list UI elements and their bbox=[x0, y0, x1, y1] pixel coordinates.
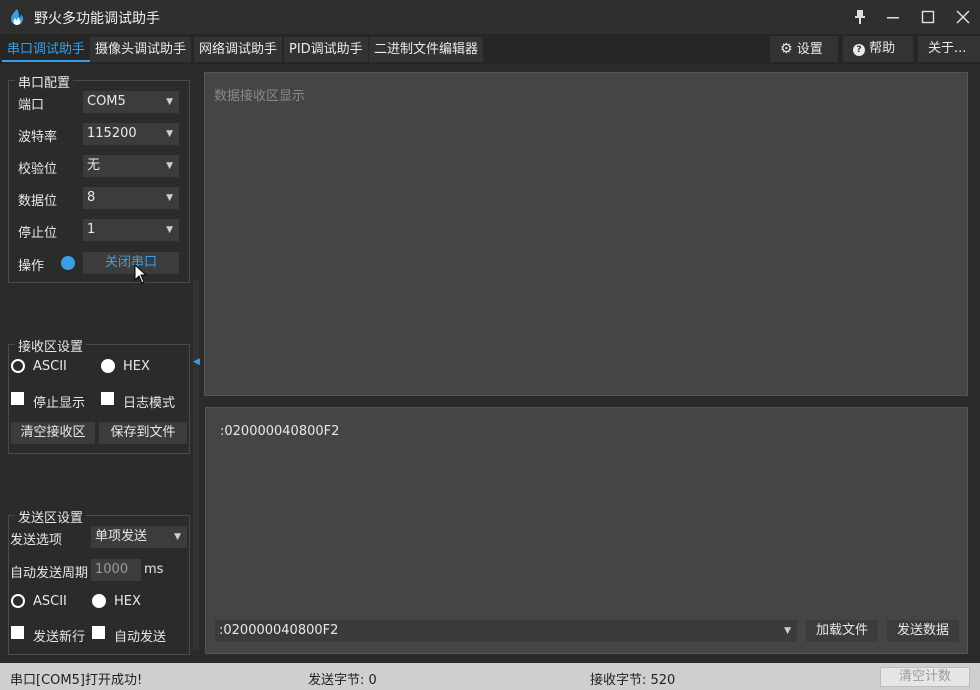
save-file-button[interactable]: 保存到文件 bbox=[99, 422, 187, 444]
send-hex-label: HEX bbox=[114, 594, 141, 609]
clear-count-button[interactable]: 清空计数 bbox=[880, 667, 970, 687]
recv-hex-label: HEX bbox=[123, 359, 150, 374]
pin-button[interactable] bbox=[847, 5, 873, 29]
window-title: 野火多功能调试助手 bbox=[34, 11, 160, 27]
auto-period-unit: ms bbox=[144, 562, 164, 577]
send-area[interactable]: :020000040800F2 bbox=[205, 407, 968, 654]
tab-network[interactable]: 网络调试助手 bbox=[194, 37, 283, 62]
stop-display-label: 停止显示 bbox=[33, 396, 86, 411]
help-button[interactable]: ? 帮助 bbox=[843, 36, 913, 62]
auto-period-input[interactable]: 1000 bbox=[91, 559, 141, 581]
auto-send-label: 自动发送 bbox=[114, 630, 167, 645]
chevron-down-icon: ▼ bbox=[784, 626, 791, 636]
recv-settings-title: 接收区设置 bbox=[15, 336, 87, 355]
recv-bytes: 接收字节: 520 bbox=[590, 673, 676, 688]
log-mode-label: 日志模式 bbox=[123, 396, 176, 411]
receive-placeholder: 数据接收区显示 bbox=[214, 89, 306, 104]
parity-label: 校验位 bbox=[18, 162, 58, 177]
minimize-button[interactable] bbox=[880, 5, 906, 29]
chevron-down-icon: ▼ bbox=[166, 225, 173, 235]
sent-bytes: 发送字节: 0 bbox=[308, 673, 377, 688]
serial-config-title: 串口配置 bbox=[15, 72, 74, 91]
mouse-cursor-icon bbox=[134, 264, 148, 284]
send-option-value: 单项发送 bbox=[95, 529, 148, 544]
tab-pid[interactable]: PID调试助手 bbox=[284, 37, 368, 62]
maximize-icon bbox=[921, 10, 935, 24]
close-icon bbox=[956, 10, 970, 24]
port-select[interactable]: COM5 ▼ bbox=[83, 91, 179, 113]
baud-value: 115200 bbox=[87, 126, 137, 141]
send-content: :020000040800F2 bbox=[220, 424, 340, 439]
port-value: COM5 bbox=[87, 94, 126, 109]
app-logo-icon bbox=[11, 9, 23, 25]
help-icon: ? bbox=[853, 44, 865, 56]
baud-label: 波特率 bbox=[18, 130, 58, 145]
databits-label: 数据位 bbox=[18, 194, 58, 209]
log-mode-checkbox[interactable] bbox=[101, 392, 114, 405]
pin-icon bbox=[855, 10, 865, 24]
load-file-button[interactable]: 加载文件 bbox=[806, 620, 878, 642]
about-button[interactable]: 关于... bbox=[918, 36, 980, 62]
auto-period-label: 自动发送周期 bbox=[10, 566, 89, 581]
clear-recv-button[interactable]: 清空接收区 bbox=[11, 422, 95, 444]
auto-send-checkbox[interactable] bbox=[92, 626, 105, 639]
send-settings-title: 发送区设置 bbox=[15, 507, 87, 526]
send-ascii-radio[interactable] bbox=[11, 594, 25, 608]
receive-area[interactable]: 数据接收区显示 bbox=[204, 72, 968, 396]
send-input-value: :020000040800F2 bbox=[219, 623, 339, 638]
send-option-label: 发送选项 bbox=[10, 533, 63, 548]
tab-binary-editor[interactable]: 二进制文件编辑器 bbox=[369, 37, 484, 62]
collapse-arrow-icon[interactable]: ◀ bbox=[193, 357, 200, 367]
recv-hex-radio[interactable] bbox=[101, 359, 115, 373]
databits-select[interactable]: 8 ▼ bbox=[83, 187, 179, 209]
close-button[interactable] bbox=[950, 5, 976, 29]
chevron-down-icon: ▼ bbox=[166, 161, 173, 171]
settings-button[interactable]: ⚙ 设置 bbox=[770, 36, 838, 62]
status-bar bbox=[0, 663, 980, 690]
close-port-button[interactable]: 关闭串口 bbox=[83, 252, 179, 274]
port-label: 端口 bbox=[18, 98, 45, 113]
port-status-indicator bbox=[61, 256, 75, 270]
stopbits-select[interactable]: 1 ▼ bbox=[83, 219, 179, 241]
chevron-down-icon: ▼ bbox=[166, 193, 173, 203]
tab-camera[interactable]: 摄像头调试助手 bbox=[90, 37, 192, 62]
send-newline-checkbox[interactable] bbox=[11, 626, 24, 639]
tab-serial[interactable]: 串口调试助手 bbox=[2, 37, 91, 62]
maximize-button[interactable] bbox=[915, 5, 941, 29]
parity-select[interactable]: 无 ▼ bbox=[83, 155, 179, 177]
sidebar-splitter[interactable] bbox=[193, 280, 199, 650]
help-label: 帮助 bbox=[869, 41, 896, 56]
chevron-down-icon: ▼ bbox=[174, 532, 181, 542]
send-input[interactable]: :020000040800F2 ▼ bbox=[215, 620, 797, 642]
send-data-button[interactable]: 发送数据 bbox=[887, 620, 959, 642]
gear-icon: ⚙ bbox=[780, 41, 793, 57]
baud-select[interactable]: 115200 ▼ bbox=[83, 123, 179, 145]
settings-label: 设置 bbox=[796, 42, 823, 57]
send-ascii-label: ASCII bbox=[33, 594, 67, 609]
operation-label: 操作 bbox=[18, 259, 45, 274]
status-message: 串口[COM5]打开成功! bbox=[10, 673, 143, 688]
recv-ascii-radio[interactable] bbox=[11, 359, 25, 373]
databits-value: 8 bbox=[87, 190, 96, 205]
recv-ascii-label: ASCII bbox=[33, 359, 67, 374]
chevron-down-icon: ▼ bbox=[166, 129, 173, 139]
stopbits-value: 1 bbox=[87, 222, 96, 237]
chevron-down-icon: ▼ bbox=[166, 97, 173, 107]
parity-value: 无 bbox=[87, 158, 101, 173]
send-option-select[interactable]: 单项发送 ▼ bbox=[91, 526, 187, 548]
send-hex-radio[interactable] bbox=[92, 594, 106, 608]
minimize-icon bbox=[887, 17, 899, 19]
stop-display-checkbox[interactable] bbox=[11, 392, 24, 405]
send-newline-label: 发送新行 bbox=[33, 630, 86, 645]
stopbits-label: 停止位 bbox=[18, 226, 58, 241]
